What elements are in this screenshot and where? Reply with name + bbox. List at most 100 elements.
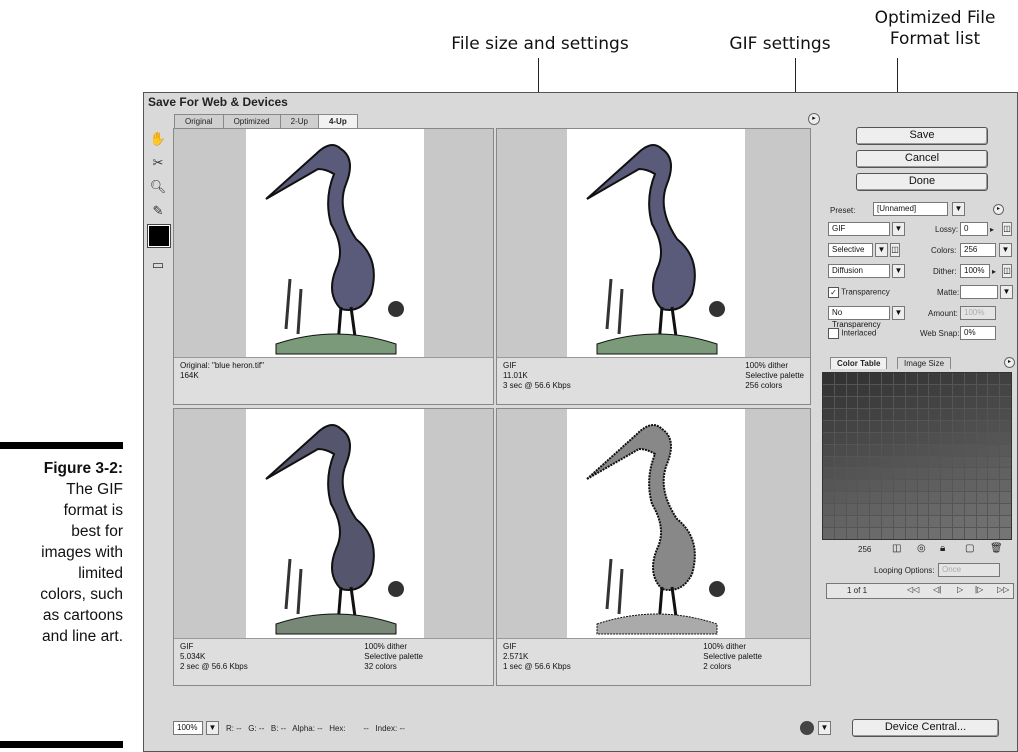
color-swatch[interactable] bbox=[834, 528, 846, 539]
hand-tool-icon[interactable]: ✋ bbox=[148, 129, 168, 149]
color-swatch[interactable] bbox=[870, 528, 882, 539]
next-frame-icon[interactable]: |▷ bbox=[975, 585, 983, 594]
zoom-dropdown-icon[interactable]: ▼ bbox=[206, 721, 219, 735]
color-swatch[interactable] bbox=[917, 373, 929, 384]
color-swatch[interactable] bbox=[964, 373, 976, 384]
color-swatch[interactable] bbox=[823, 384, 834, 396]
color-swatch[interactable] bbox=[834, 420, 846, 432]
color-swatch[interactable] bbox=[893, 444, 905, 456]
color-swatch[interactable] bbox=[870, 384, 882, 396]
color-swatch[interactable] bbox=[905, 516, 917, 528]
color-swatch[interactable] bbox=[870, 396, 882, 408]
color-swatch[interactable] bbox=[882, 516, 893, 528]
color-swatch[interactable] bbox=[834, 504, 846, 516]
color-swatch[interactable] bbox=[858, 408, 870, 420]
color-swatch[interactable] bbox=[952, 480, 964, 492]
color-swatch[interactable] bbox=[917, 432, 929, 444]
websnap-input[interactable]: 0% bbox=[960, 326, 996, 340]
color-swatch[interactable] bbox=[905, 420, 917, 432]
color-swatch[interactable] bbox=[976, 444, 988, 456]
color-swatch[interactable] bbox=[870, 504, 882, 516]
color-swatch[interactable] bbox=[846, 373, 858, 384]
color-swatch[interactable] bbox=[858, 420, 870, 432]
color-swatch[interactable] bbox=[882, 408, 893, 420]
color-swatch[interactable] bbox=[964, 408, 976, 420]
color-swatch[interactable] bbox=[952, 373, 964, 384]
color-swatch[interactable] bbox=[823, 373, 834, 384]
matte-dropdown-icon[interactable]: ▼ bbox=[1000, 285, 1013, 299]
color-swatch[interactable] bbox=[929, 528, 941, 539]
dither-input[interactable]: 100% bbox=[960, 264, 990, 278]
color-swatch[interactable] bbox=[1000, 373, 1011, 384]
dither-mask-icon[interactable]: ◫ bbox=[1002, 264, 1012, 278]
color-swatch[interactable] bbox=[976, 528, 988, 539]
color-swatch[interactable] bbox=[834, 456, 846, 468]
color-swatch[interactable] bbox=[988, 432, 1000, 444]
color-swatch[interactable] bbox=[1000, 504, 1011, 516]
color-swatch[interactable] bbox=[929, 504, 941, 516]
color-swatch[interactable] bbox=[893, 432, 905, 444]
color-swatch[interactable] bbox=[846, 492, 858, 504]
color-swatch[interactable] bbox=[870, 408, 882, 420]
color-swatch[interactable] bbox=[941, 504, 952, 516]
color-swatch[interactable] bbox=[893, 492, 905, 504]
color-swatch[interactable] bbox=[893, 516, 905, 528]
color-swatch[interactable] bbox=[929, 432, 941, 444]
settings-menu-icon[interactable]: ▸ bbox=[993, 204, 1004, 215]
color-swatch[interactable] bbox=[846, 516, 858, 528]
done-button[interactable]: Done bbox=[856, 173, 988, 191]
color-swatch[interactable] bbox=[929, 516, 941, 528]
zoom-tool-icon[interactable]: 🔍︎ bbox=[148, 177, 168, 197]
color-swatch[interactable] bbox=[870, 432, 882, 444]
color-swatch[interactable] bbox=[834, 468, 846, 480]
color-reduction-mask-icon[interactable]: ◫ bbox=[890, 243, 900, 257]
lock-color-icon[interactable]: 🔒︎ bbox=[940, 543, 945, 554]
color-swatch[interactable] bbox=[870, 420, 882, 432]
color-swatch[interactable] bbox=[882, 384, 893, 396]
dither-arrow-icon[interactable]: ▸ bbox=[992, 267, 996, 276]
preset-dropdown-icon[interactable]: ▼ bbox=[952, 202, 965, 216]
color-swatch[interactable] bbox=[964, 432, 976, 444]
color-swatch[interactable] bbox=[882, 396, 893, 408]
color-swatch[interactable] bbox=[952, 468, 964, 480]
color-swatch[interactable] bbox=[882, 468, 893, 480]
color-swatch[interactable] bbox=[858, 480, 870, 492]
color-swatch[interactable] bbox=[858, 492, 870, 504]
amount-input[interactable]: 100% bbox=[960, 306, 996, 320]
interlaced-checkbox[interactable]: Interlaced bbox=[828, 328, 876, 339]
color-swatch[interactable] bbox=[976, 468, 988, 480]
color-swatch[interactable] bbox=[917, 456, 929, 468]
color-swatch[interactable] bbox=[846, 420, 858, 432]
color-swatch[interactable] bbox=[988, 504, 1000, 516]
color-swatch[interactable] bbox=[976, 396, 988, 408]
color-swatch[interactable] bbox=[870, 456, 882, 468]
color-swatch[interactable] bbox=[1000, 396, 1011, 408]
color-reduction-dropdown-icon[interactable]: ▼ bbox=[875, 243, 888, 257]
color-swatch[interactable] bbox=[941, 480, 952, 492]
color-swatch[interactable] bbox=[929, 420, 941, 432]
color-swatch[interactable] bbox=[988, 480, 1000, 492]
color-swatch[interactable] bbox=[976, 456, 988, 468]
preview-pane-optimized-2[interactable]: GIF 5.034K 2 sec @ 56.6 Kbps 100% dither Se… bbox=[173, 408, 494, 686]
color-swatch[interactable] bbox=[988, 396, 1000, 408]
toggle-slices-icon[interactable]: ▭ bbox=[148, 255, 168, 275]
color-swatch[interactable] bbox=[905, 444, 917, 456]
color-swatch[interactable] bbox=[941, 492, 952, 504]
color-swatch[interactable] bbox=[917, 516, 929, 528]
color-swatch[interactable] bbox=[964, 384, 976, 396]
color-swatch[interactable] bbox=[976, 384, 988, 396]
color-swatch[interactable] bbox=[846, 480, 858, 492]
color-swatch[interactable] bbox=[988, 528, 1000, 539]
color-swatch[interactable] bbox=[905, 396, 917, 408]
color-swatch[interactable] bbox=[988, 408, 1000, 420]
color-swatch[interactable] bbox=[823, 492, 834, 504]
play-icon[interactable]: ▷ bbox=[957, 585, 963, 594]
dither-algorithm-select[interactable]: Diffusion bbox=[828, 264, 890, 278]
color-swatch[interactable] bbox=[964, 468, 976, 480]
color-swatch[interactable] bbox=[893, 456, 905, 468]
color-swatch[interactable] bbox=[893, 396, 905, 408]
color-swatch[interactable] bbox=[823, 468, 834, 480]
color-swatch[interactable] bbox=[858, 504, 870, 516]
color-swatch[interactable] bbox=[941, 408, 952, 420]
color-swatch[interactable] bbox=[988, 456, 1000, 468]
